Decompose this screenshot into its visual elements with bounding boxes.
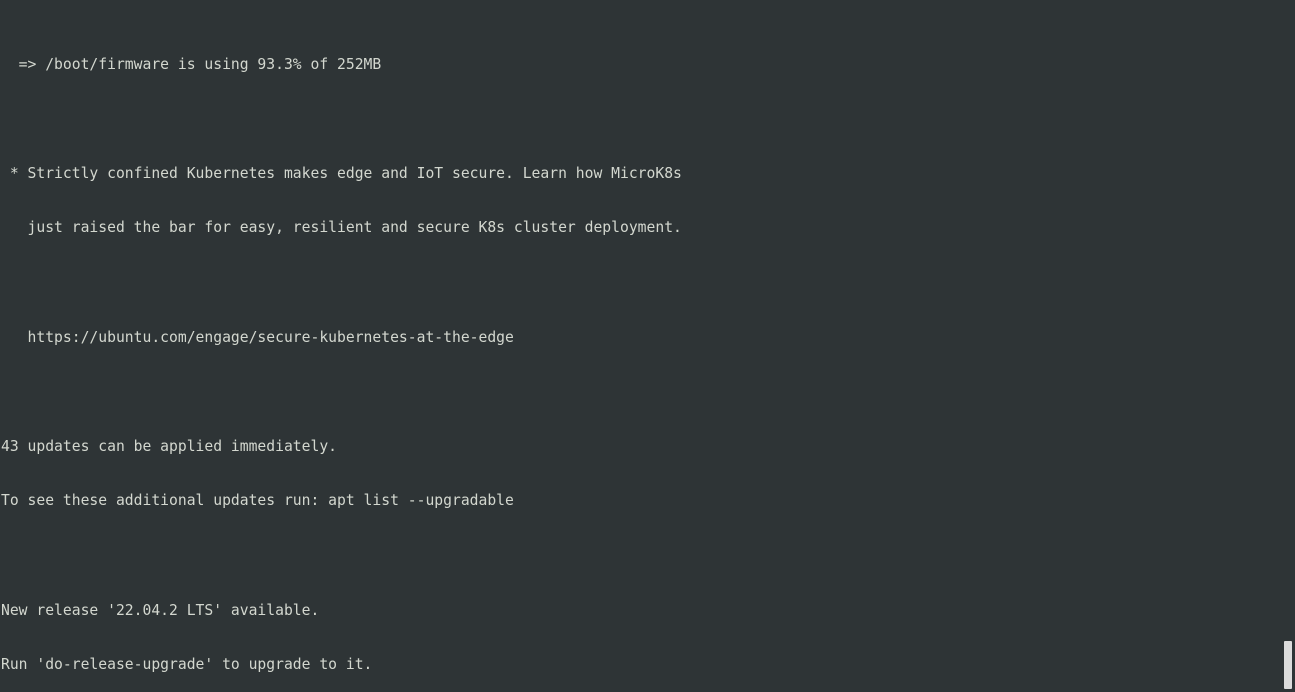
release-upgrade-hint: Run 'do-release-upgrade' to upgrade to i… xyxy=(1,656,373,674)
motd-microk8s-line2: just raised the bar for easy, resilient … xyxy=(1,219,682,237)
motd-microk8s-line1: * Strictly confined Kubernetes makes edg… xyxy=(1,164,682,182)
output-line: 43 updates can be applied immediately. xyxy=(1,438,1295,456)
output-line: https://ubuntu.com/engage/secure-kuberne… xyxy=(1,329,1295,347)
new-release-notice: New release '22.04.2 LTS' available. xyxy=(1,601,320,619)
motd-url: https://ubuntu.com/engage/secure-kuberne… xyxy=(1,328,514,346)
output-line: * Strictly confined Kubernetes makes edg… xyxy=(1,165,1295,183)
output-line: just raised the bar for easy, resilient … xyxy=(1,219,1295,237)
terminal-window[interactable]: => /boot/firmware is using 93.3% of 252M… xyxy=(0,0,1295,692)
output-line: Run 'do-release-upgrade' to upgrade to i… xyxy=(1,656,1295,674)
scrollbar-thumb[interactable] xyxy=(1284,641,1292,689)
terminal-screen[interactable]: => /boot/firmware is using 93.3% of 252M… xyxy=(1,1,1295,692)
updates-hint: To see these additional updates run: apt… xyxy=(1,492,514,510)
output-line: To see these additional updates run: apt… xyxy=(1,492,1295,510)
updates-count: 43 updates can be applied immediately. xyxy=(1,437,338,455)
output-line: => /boot/firmware is using 93.3% of 252M… xyxy=(1,56,1295,74)
motd-firmware-usage: => /boot/firmware is using 93.3% of 252M… xyxy=(1,55,382,73)
output-line: New release '22.04.2 LTS' available. xyxy=(1,602,1295,620)
vertical-scrollbar[interactable] xyxy=(1281,0,1295,692)
